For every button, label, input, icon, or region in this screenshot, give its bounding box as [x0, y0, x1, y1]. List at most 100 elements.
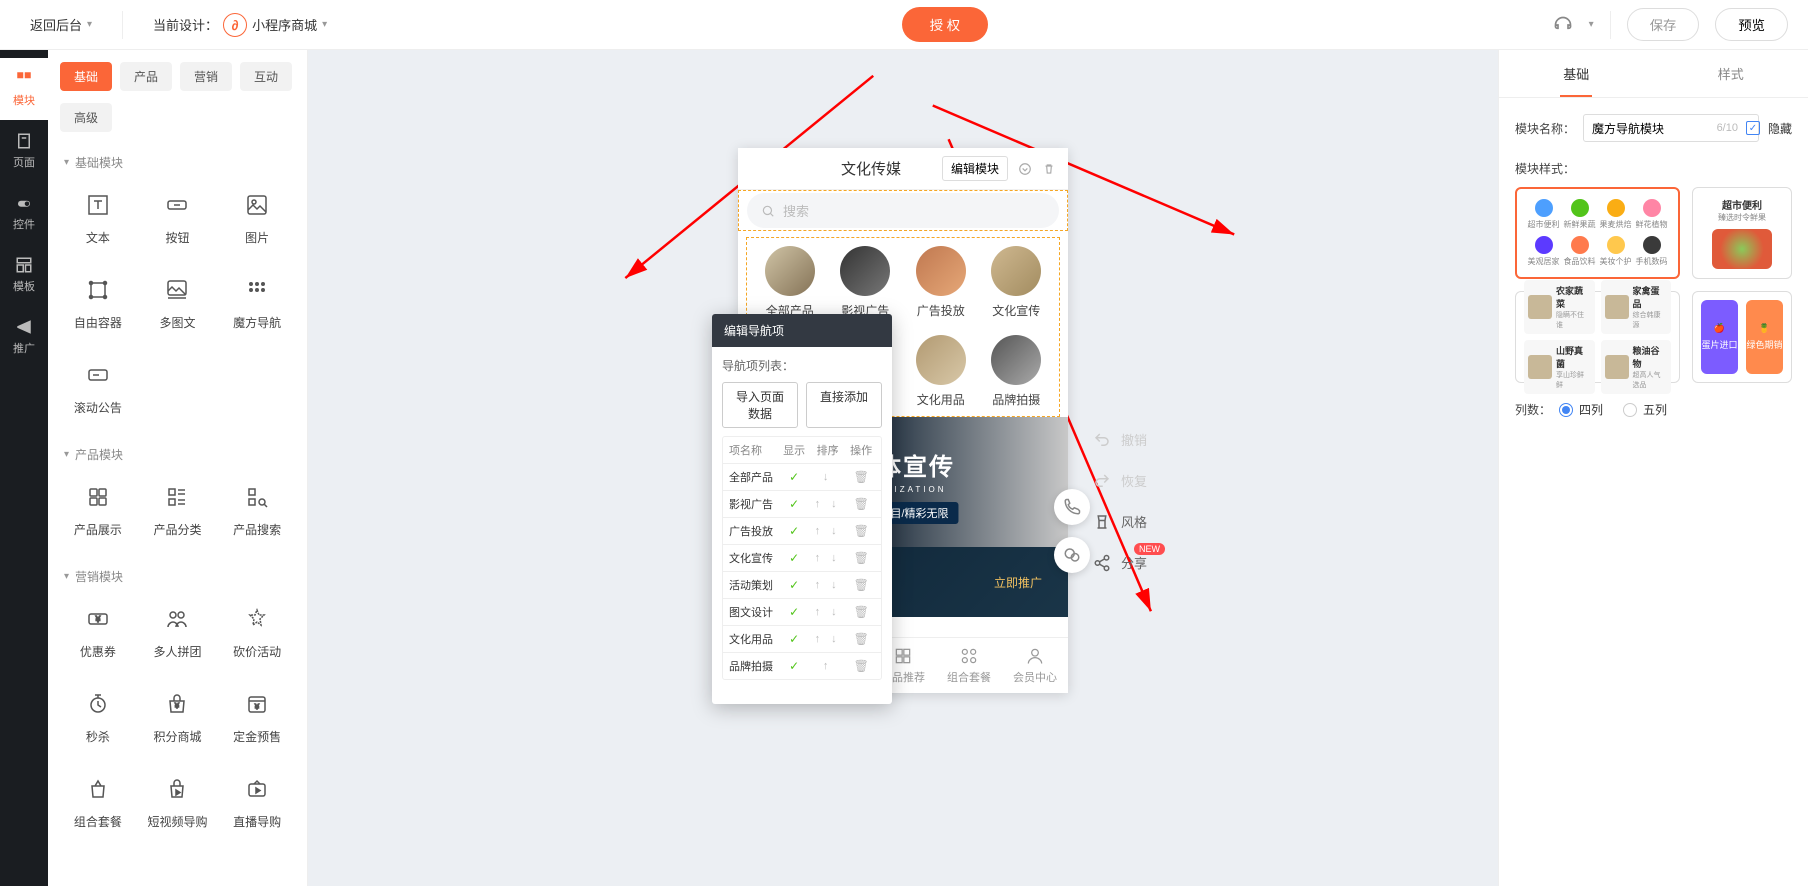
comp-image[interactable]: 图片: [219, 181, 295, 256]
rail-page[interactable]: 页面: [0, 120, 48, 182]
save-button[interactable]: 保存: [1627, 8, 1700, 41]
section-toggle-product[interactable]: ▾产品模块: [60, 436, 295, 473]
comp-free-container[interactable]: 自由容器: [60, 266, 136, 341]
nav-item[interactable]: 影视广告: [831, 246, 901, 319]
check-icon: ✓: [780, 578, 808, 592]
comp-combo[interactable]: 组合套餐: [60, 765, 136, 840]
import-page-data-button[interactable]: 导入页面数据: [722, 382, 798, 428]
add-directly-button[interactable]: 直接添加: [806, 382, 882, 428]
edit-module-button[interactable]: 编辑模块: [942, 156, 1008, 181]
table-row[interactable]: 影视广告✓↑ ↓🗑: [723, 491, 881, 518]
dropdown-icon[interactable]: [1018, 162, 1032, 176]
comp-marquee[interactable]: 滚动公告: [60, 351, 136, 426]
table-row[interactable]: 图文设计✓↑ ↓🗑: [723, 599, 881, 626]
phone-float-icon[interactable]: [1054, 489, 1090, 525]
table-row[interactable]: 文化用品✓↑ ↓🗑: [723, 626, 881, 653]
module-style-label: 模块样式：: [1515, 160, 1792, 177]
sort-updown-icon: ↑ ↓: [808, 633, 847, 645]
module-name-input[interactable]: [1583, 114, 1759, 142]
sort-updown-icon: ↑ ↓: [808, 606, 847, 618]
style-option-4[interactable]: 🍎蛋片进口 🍍绿色期销: [1692, 291, 1792, 383]
comp-bargain[interactable]: 砍价活动: [219, 595, 295, 670]
search-icon: [761, 204, 775, 218]
trash-icon: 🗑: [847, 632, 875, 646]
check-icon: ✓: [780, 497, 808, 511]
table-row[interactable]: 文化宣传✓↑ ↓🗑: [723, 545, 881, 572]
current-design-select[interactable]: 当前设计： ∂ 小程序商城 ▾: [143, 7, 337, 43]
comp-points-mall[interactable]: ¥积分商城: [140, 680, 216, 755]
section-toggle-marketing[interactable]: ▾营销模块: [60, 558, 295, 595]
table-row[interactable]: 活动策划✓↑ ↓🗑: [723, 572, 881, 599]
search-input[interactable]: 搜索: [747, 193, 1059, 228]
nav-item[interactable]: 文化宣传: [982, 246, 1052, 319]
table-row[interactable]: 品牌拍摄✓↑🗑: [723, 653, 881, 679]
rail-module[interactable]: 模块: [0, 58, 48, 120]
share-button[interactable]: 分享NEW: [1093, 553, 1147, 572]
comp-magic-nav[interactable]: 魔方导航: [219, 266, 295, 341]
comp-prod-search[interactable]: 产品搜索: [219, 473, 295, 548]
rail-promo[interactable]: 推广: [0, 306, 48, 368]
wechat-float-icon[interactable]: [1054, 537, 1090, 573]
back-to-admin-button[interactable]: 返回后台▾: [20, 9, 102, 40]
trash-icon[interactable]: [1042, 162, 1056, 176]
tab-product[interactable]: 产品: [120, 62, 172, 91]
style-option-2[interactable]: 超市便利臻选时令鲜果: [1692, 187, 1792, 279]
check-icon: ✓: [780, 551, 808, 565]
canvas: 文化传媒 编辑模块 搜索 全部产品 影视广告: [308, 50, 1498, 886]
list-label: 导航项列表：: [722, 357, 882, 374]
svg-text:¥: ¥: [95, 615, 101, 624]
authorize-button[interactable]: 授 权: [902, 7, 988, 42]
nav-item[interactable]: 品牌拍摄: [982, 335, 1052, 408]
hide-checkbox[interactable]: ✓: [1746, 121, 1760, 135]
comp-deposit[interactable]: ¥定金预售: [219, 680, 295, 755]
tab-advanced[interactable]: 高级: [60, 103, 112, 132]
comp-shortvideo[interactable]: 短视频导购: [140, 765, 216, 840]
nav-item[interactable]: 广告投放: [906, 246, 976, 319]
comp-prod-category[interactable]: 产品分类: [140, 473, 216, 548]
comp-live[interactable]: 直播导购: [219, 765, 295, 840]
topbar: 返回后台▾ 当前设计： ∂ 小程序商城 ▾ 授 权 ▾ 保存 预览: [0, 0, 1808, 50]
trash-icon: 🗑: [847, 470, 875, 484]
radio-four-cols[interactable]: 四列: [1559, 401, 1603, 418]
miniprogram-icon: ∂: [223, 13, 247, 37]
tab-interact[interactable]: 互动: [240, 62, 292, 91]
radio-five-cols[interactable]: 五列: [1623, 401, 1667, 418]
comp-prod-display[interactable]: 产品展示: [60, 473, 136, 548]
search-module: 搜索: [738, 190, 1068, 231]
rtab-basic[interactable]: 基础: [1499, 50, 1654, 97]
comp-multi-image-text[interactable]: 多图文: [140, 266, 216, 341]
sort-updown-icon: ↑ ↓: [808, 579, 847, 591]
tabbar-member[interactable]: 会员中心: [1002, 638, 1068, 693]
svg-text:¥: ¥: [176, 703, 180, 710]
table-row[interactable]: 广告投放✓↑ ↓🗑: [723, 518, 881, 545]
redo-button[interactable]: 恢复: [1093, 471, 1147, 490]
style-button[interactable]: 风格: [1093, 512, 1147, 531]
check-icon: ✓: [780, 605, 808, 619]
check-icon: ✓: [780, 632, 808, 646]
comp-coupon[interactable]: ¥优惠券: [60, 595, 136, 670]
tab-basic[interactable]: 基础: [60, 62, 112, 91]
comp-text[interactable]: 文本: [60, 181, 136, 256]
chevron-down-icon: ▾: [1589, 19, 1594, 30]
support-icon[interactable]: [1553, 15, 1573, 35]
comp-seckill[interactable]: 秒杀: [60, 680, 136, 755]
rail-widget[interactable]: 控件: [0, 182, 48, 244]
tabbar-combo[interactable]: 组合套餐: [936, 638, 1002, 693]
section-toggle-basic[interactable]: ▾基础模块: [60, 144, 295, 181]
nav-item[interactable]: 文化用品: [906, 335, 976, 408]
style-option-3[interactable]: 农家蔬菜隐瞒不住谁 家禽蛋品综合韩康源 山野真菌享山珍鲜鲜 粮油谷物超高人气选品: [1515, 291, 1680, 383]
comp-button[interactable]: 按钮: [140, 181, 216, 256]
undo-button[interactable]: 撤销: [1093, 430, 1147, 449]
left-rail: 模块 页面 控件 模板 推广: [0, 50, 48, 886]
module-name-label: 模块名称：: [1515, 120, 1575, 137]
style-option-1[interactable]: 超市便利 新鲜果蔬 果麦烘焙 鲜花植物 美观居家 食品饮料 美妆个护 手机数码: [1515, 187, 1680, 279]
table-row[interactable]: 全部产品✓↓🗑: [723, 464, 881, 491]
tab-marketing[interactable]: 营销: [180, 62, 232, 91]
comp-groupbuy[interactable]: 多人拼团: [140, 595, 216, 670]
columns-label: 列数：: [1515, 401, 1551, 418]
rtab-style[interactable]: 样式: [1654, 50, 1808, 97]
rail-template[interactable]: 模板: [0, 244, 48, 306]
nav-item[interactable]: 全部产品: [755, 246, 825, 319]
preview-button[interactable]: 预览: [1715, 8, 1788, 41]
check-icon: ✓: [780, 524, 808, 538]
